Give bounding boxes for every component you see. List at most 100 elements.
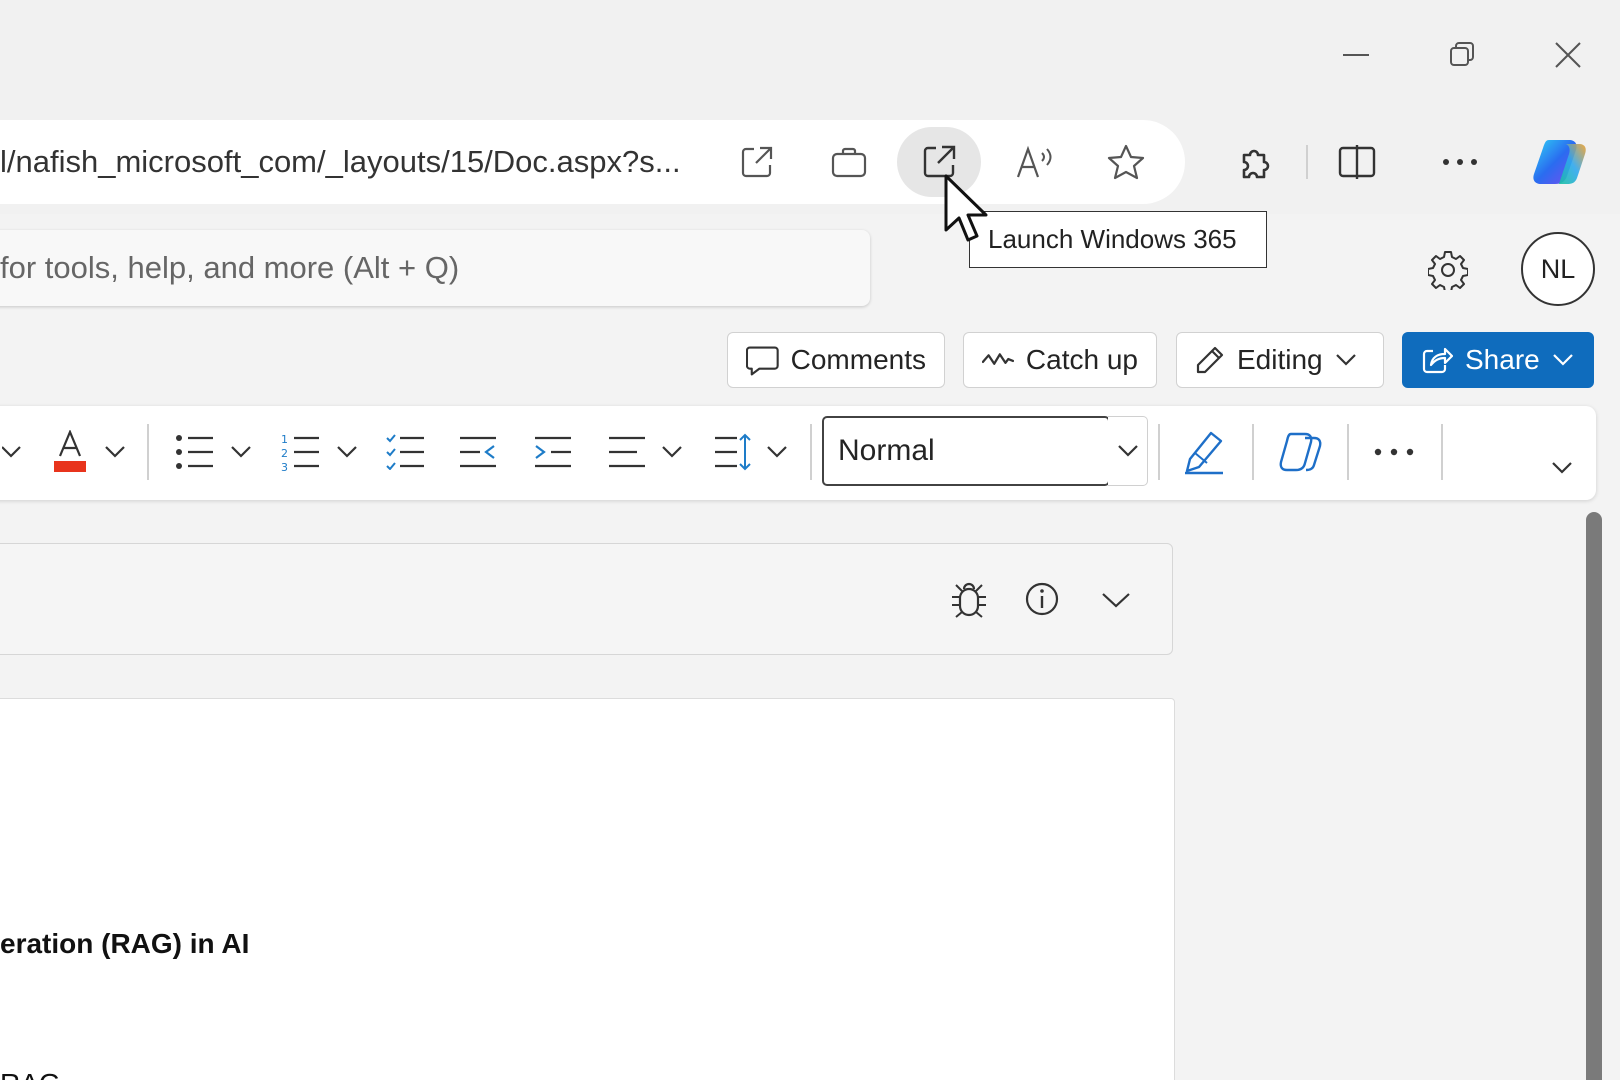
- copilot-button[interactable]: [1518, 127, 1602, 197]
- ribbon-separator: [1252, 424, 1254, 480]
- info-button[interactable]: [1018, 576, 1066, 622]
- ribbon-separator: [1441, 424, 1443, 480]
- ribbon-separator: [1347, 424, 1349, 480]
- decrease-indent-icon: [460, 436, 496, 468]
- restore-icon: [1450, 42, 1474, 66]
- bullet-list-icon: [176, 435, 213, 469]
- catch-up-button[interactable]: Catch up: [963, 332, 1157, 388]
- chevron-down-icon: [662, 446, 682, 458]
- open-in-app-button[interactable]: [715, 127, 799, 197]
- font-color-button[interactable]: [48, 420, 92, 484]
- chevron-down-icon: [1552, 354, 1573, 366]
- align-button[interactable]: [604, 420, 650, 484]
- chevron-down-icon: [1117, 445, 1138, 457]
- copilot-icon: [1533, 140, 1586, 184]
- star-icon: [1107, 144, 1145, 180]
- chevron-down-icon[interactable]: [0, 420, 24, 484]
- copilot-ribbon-button[interactable]: [1274, 420, 1328, 484]
- ribbon-separator: [810, 424, 812, 480]
- pulse-icon: [982, 353, 1014, 365]
- bullets-button[interactable]: [172, 420, 218, 484]
- read-aloud-icon: [1016, 145, 1052, 178]
- split-screen-button[interactable]: [1315, 127, 1399, 197]
- share-label: Share: [1465, 344, 1540, 375]
- settings-button[interactable]: [1420, 242, 1476, 298]
- line-spacing-icon: [715, 433, 751, 471]
- checklist-button[interactable]: [383, 420, 429, 484]
- document-heading: eration (RAG) in AI: [0, 928, 250, 959]
- briefcase-button[interactable]: [807, 127, 891, 197]
- ribbon-separator: [1158, 424, 1160, 480]
- puzzle-icon: [1242, 149, 1270, 179]
- chevron-down-icon: [1335, 354, 1356, 366]
- gear-icon: [1428, 251, 1468, 290]
- search-placeholder[interactable]: for tools, help, and more (Alt + Q): [0, 246, 459, 290]
- tooltip: Launch Windows 365: [969, 211, 1267, 268]
- svg-text:1: 1: [281, 433, 288, 446]
- line-spacing-dropdown[interactable]: [762, 420, 792, 484]
- open-external-icon: [741, 146, 773, 178]
- vertical-scrollbar[interactable]: [1586, 512, 1602, 1080]
- style-box[interactable]: Normal: [822, 416, 1110, 486]
- editing-label: Editing: [1237, 344, 1323, 375]
- increase-indent-icon: [535, 436, 571, 468]
- more-horizontal-icon: [1374, 448, 1414, 456]
- extensions-button[interactable]: [1213, 127, 1297, 197]
- editing-mode-button[interactable]: Editing: [1176, 332, 1384, 388]
- bug-icon: [952, 582, 986, 618]
- catch-up-label: Catch up: [1025, 344, 1138, 375]
- ribbon-separator: [147, 424, 149, 480]
- close-button[interactable]: [1538, 30, 1598, 80]
- line-spacing-button[interactable]: [710, 420, 756, 484]
- font-color-icon: [54, 430, 86, 472]
- share-icon: [1422, 347, 1453, 374]
- chevron-down-icon: [105, 446, 125, 458]
- read-aloud-button[interactable]: [993, 127, 1077, 197]
- editor-button[interactable]: [1178, 420, 1230, 484]
- more-horizontal-icon: [1443, 159, 1477, 165]
- ribbon-more-button[interactable]: [1368, 420, 1420, 484]
- svg-text:2: 2: [281, 447, 288, 460]
- mouse-cursor-icon: [944, 174, 994, 246]
- more-options-button[interactable]: [1418, 127, 1502, 197]
- increase-indent-button[interactable]: [530, 420, 576, 484]
- comment-icon: [746, 346, 779, 376]
- document-text: RAG: [0, 1064, 61, 1080]
- minimize-button[interactable]: [1326, 30, 1386, 80]
- numbering-button[interactable]: 1 2 3: [278, 420, 324, 484]
- bug-report-button[interactable]: [944, 576, 994, 622]
- svg-text:3: 3: [281, 461, 288, 472]
- numbering-dropdown[interactable]: [332, 420, 362, 484]
- chevron-down-icon: [231, 446, 251, 458]
- info-panel: [0, 543, 1173, 655]
- copilot-outline-icon: [1279, 432, 1322, 472]
- ribbon-expand-button[interactable]: [1544, 436, 1580, 500]
- share-button[interactable]: Share: [1402, 332, 1594, 388]
- font-color-swatch: [54, 461, 86, 472]
- chevron-down-icon: [767, 446, 787, 458]
- url-text[interactable]: l/nafish_microsoft_com/_layouts/15/Doc.a…: [0, 140, 681, 184]
- style-dropdown[interactable]: [1108, 416, 1148, 486]
- document-page[interactable]: [0, 698, 1175, 1080]
- restore-button[interactable]: [1432, 30, 1492, 80]
- decrease-indent-button[interactable]: [455, 420, 501, 484]
- info-panel-collapse-button[interactable]: [1094, 580, 1138, 620]
- minimize-icon: [1343, 54, 1369, 56]
- numbered-list-icon: 1 2 3: [281, 433, 319, 472]
- font-color-dropdown[interactable]: [100, 420, 130, 484]
- align-dropdown[interactable]: [657, 420, 687, 484]
- bullets-dropdown[interactable]: [226, 420, 256, 484]
- pencil-icon: [1196, 346, 1224, 374]
- avatar[interactable]: NL: [1521, 232, 1595, 306]
- chevron-down-icon: [1102, 593, 1130, 608]
- toolbar-divider: [1306, 145, 1308, 179]
- chevron-down-icon: [1552, 462, 1572, 474]
- favorite-button[interactable]: [1084, 127, 1168, 197]
- info-icon: [1025, 582, 1059, 616]
- checklist-icon: [386, 434, 424, 470]
- split-screen-icon: [1338, 145, 1376, 179]
- briefcase-icon: [831, 147, 867, 178]
- chevron-down-icon: [337, 446, 357, 458]
- align-left-icon: [609, 436, 645, 468]
- comments-button[interactable]: Comments: [727, 332, 945, 388]
